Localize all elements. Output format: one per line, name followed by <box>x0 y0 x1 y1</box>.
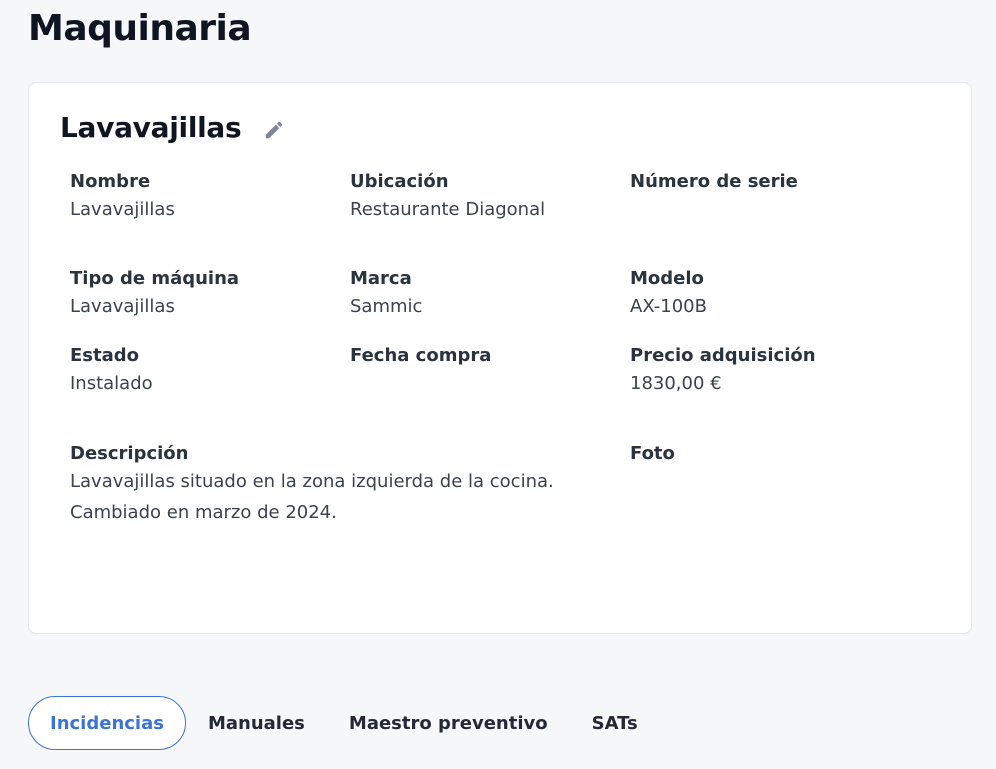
field-label: Foto <box>630 443 675 464</box>
tab-manuales[interactable]: Manuales <box>186 696 327 750</box>
field-modelo: Modelo AX-100B <box>630 267 707 322</box>
field-value: Cambiado en marzo de 2024. <box>70 502 337 523</box>
field-value: Lavavajillas <box>70 199 175 220</box>
field-value: Sammic <box>350 296 423 317</box>
field-label: Descripción <box>70 443 189 464</box>
field-value: Lavavajillas <box>70 296 175 317</box>
pencil-icon <box>266 121 283 138</box>
field-label: Estado <box>70 345 140 366</box>
machine-title: Lavavajillas <box>60 111 242 144</box>
field-label: Modelo <box>630 268 704 289</box>
field-label: Tipo de máquina <box>70 268 240 289</box>
field-descripcion: Descripción Lavavajillas situado en la z… <box>70 442 554 528</box>
edit-button[interactable] <box>261 117 287 143</box>
field-label: Fecha compra <box>350 345 492 366</box>
page-title: Maquinaria <box>28 8 252 49</box>
field-label: Marca <box>350 268 412 289</box>
field-marca: Marca Sammic <box>350 267 422 322</box>
field-value: Lavavajillas situado en la zona izquierd… <box>70 471 554 492</box>
card-header: Lavavajillas <box>60 111 287 144</box>
field-precio: Precio adquisición 1830,00 € <box>630 344 816 399</box>
field-fecha-compra: Fecha compra <box>350 344 491 368</box>
field-ubicacion: Ubicación Restaurante Diagonal <box>350 170 545 225</box>
field-nombre: Nombre Lavavajillas <box>70 170 175 225</box>
field-tipo-maquina: Tipo de máquina Lavavajillas <box>70 267 239 322</box>
tab-incidencias[interactable]: Incidencias <box>28 696 186 750</box>
tab-sats[interactable]: SATs <box>570 696 660 750</box>
field-value: Instalado <box>70 373 153 394</box>
field-numero-serie: Número de serie <box>630 170 798 194</box>
tab-bar: Incidencias Manuales Maestro preventivo … <box>28 696 660 750</box>
field-label: Número de serie <box>630 171 798 192</box>
field-value: AX-100B <box>630 296 707 317</box>
field-value: Restaurante Diagonal <box>350 199 546 220</box>
field-value: 1830,00 € <box>630 373 722 394</box>
tab-maestro-preventivo[interactable]: Maestro preventivo <box>327 696 570 750</box>
field-foto: Foto <box>630 442 675 466</box>
field-label: Nombre <box>70 171 151 192</box>
field-label: Ubicación <box>350 171 449 192</box>
field-label: Precio adquisición <box>630 345 816 366</box>
machine-detail-card: Lavavajillas Nombre Lavavajillas Ubicaci… <box>28 82 972 634</box>
field-estado: Estado Instalado <box>70 344 153 399</box>
